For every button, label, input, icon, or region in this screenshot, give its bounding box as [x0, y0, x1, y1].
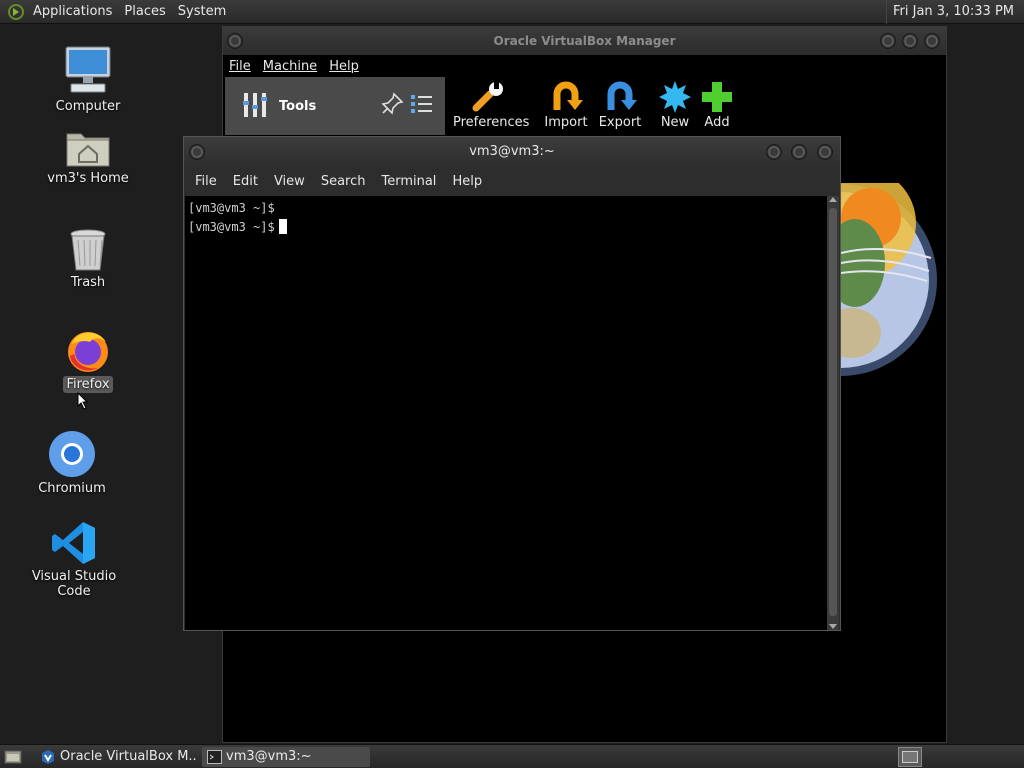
tools-label: Tools	[279, 98, 317, 114]
new-button[interactable]: New	[655, 79, 695, 130]
terminal-menu-edit[interactable]: Edit	[225, 174, 266, 189]
minimize-icon[interactable]	[766, 144, 782, 160]
scrollbar-thumb[interactable]	[829, 208, 837, 616]
vbox-menubar: File Machine Help	[223, 55, 946, 77]
system-menu[interactable]: System	[172, 4, 232, 19]
clock[interactable]: Fri Jan 3, 10:33 PM	[886, 0, 1024, 24]
desktop-icon-label: vm3's Home	[47, 171, 129, 186]
top-menu: Applications Places System	[27, 0, 232, 24]
workspace-switcher[interactable]	[898, 747, 922, 767]
plus-icon	[697, 79, 737, 115]
show-desktop-icon[interactable]	[4, 749, 22, 765]
desktop-icon-label: Computer	[55, 99, 121, 114]
terminal-titlebar[interactable]: vm3@vm3:~	[184, 137, 840, 167]
terminal-screen[interactable]: [vm3@vm3 ~]$ [vm3@vm3 ~]$	[185, 196, 827, 630]
places-menu[interactable]: Places	[118, 4, 171, 19]
new-starburst-icon	[655, 79, 695, 115]
terminal-line: [vm3@vm3 ~]$	[188, 199, 824, 218]
task-virtualbox[interactable]: Oracle VirtualBox M...	[36, 747, 198, 767]
terminal-menu-help[interactable]: Help	[444, 174, 490, 189]
close-icon[interactable]	[817, 144, 833, 160]
maximize-icon[interactable]	[902, 33, 918, 49]
terminal-menubar: File Edit View Search Terminal Help	[184, 167, 840, 195]
workspace-1[interactable]	[902, 751, 918, 763]
vbox-menu-machine[interactable]: Machine	[257, 59, 323, 74]
desktop-icon-trash[interactable]: Trash	[33, 228, 143, 291]
import-icon	[541, 79, 591, 115]
import-button[interactable]: Import	[541, 79, 591, 130]
vbox-titlebar[interactable]: Oracle VirtualBox Manager	[223, 27, 946, 55]
import-label: Import	[544, 115, 588, 130]
vbox-menu-help[interactable]: Help	[323, 59, 365, 74]
terminal-menu-search[interactable]: Search	[313, 174, 374, 189]
prompt-text: [vm3@vm3 ~]$	[188, 220, 275, 234]
vbox-menu-file[interactable]: File	[223, 59, 257, 74]
task-label: vm3@vm3:~	[226, 749, 312, 764]
desktop-icon-firefox[interactable]: Firefox	[33, 326, 143, 393]
pin-icon[interactable]	[380, 92, 404, 120]
desktop-icon-chromium[interactable]: Chromium	[17, 430, 127, 497]
vscode-icon	[51, 520, 97, 566]
preferences-label: Preferences	[453, 115, 530, 130]
preferences-button[interactable]: Preferences	[453, 79, 530, 130]
trash-icon	[68, 228, 108, 272]
scroll-up-icon[interactable]	[829, 197, 837, 202]
text-cursor	[278, 219, 287, 234]
chromium-icon	[48, 430, 96, 478]
mouse-pointer-icon	[77, 391, 89, 414]
desktop-icon-computer[interactable]: Computer	[33, 44, 143, 115]
terminal-window: vm3@vm3:~ File Edit View Search Terminal…	[183, 136, 841, 631]
welcome-illustration	[841, 183, 937, 381]
close-icon[interactable]	[924, 33, 940, 49]
desktop-icon-vscode[interactable]: Visual Studio Code	[19, 520, 129, 600]
task-label: Oracle VirtualBox M...	[60, 749, 198, 764]
tools-pane[interactable]: Tools	[225, 77, 445, 135]
add-button[interactable]: Add	[697, 79, 737, 130]
terminal-scrollbar[interactable]	[827, 196, 839, 630]
task-terminal[interactable]: vm3@vm3:~	[202, 747, 370, 767]
minimize-icon[interactable]	[880, 33, 896, 49]
add-label: Add	[704, 115, 730, 130]
terminal-title: vm3@vm3:~	[469, 144, 555, 159]
distro-logo-icon[interactable]	[8, 3, 24, 20]
window-menu-icon[interactable]	[227, 33, 243, 49]
maximize-icon[interactable]	[791, 144, 807, 160]
terminal-menu-view[interactable]: View	[266, 174, 313, 189]
applications-menu[interactable]: Applications	[27, 4, 118, 19]
desktop-icon-label: Chromium	[38, 481, 106, 496]
terminal-menu-terminal[interactable]: Terminal	[373, 174, 444, 189]
vbox-toolbar: Tools Preferences Import Export New Add	[223, 77, 946, 135]
home-folder-icon	[65, 128, 111, 168]
window-menu-icon[interactable]	[189, 144, 205, 160]
list-menu-icon[interactable]	[410, 92, 434, 120]
terminal-line: [vm3@vm3 ~]$	[188, 218, 824, 237]
new-label: New	[660, 115, 690, 130]
scroll-down-icon[interactable]	[829, 624, 837, 629]
desktop-icon-label: Visual Studio Code	[31, 569, 117, 599]
export-button[interactable]: Export	[596, 79, 644, 130]
vbox-title: Oracle VirtualBox Manager	[493, 34, 676, 48]
wrench-icon	[453, 79, 525, 115]
tools-icon	[241, 89, 271, 123]
terminal-menu-file[interactable]: File	[187, 174, 225, 189]
desktop-icon-label: Firefox	[63, 376, 113, 393]
top-panel: Applications Places System Fri Jan 3, 10…	[0, 0, 1024, 24]
computer-icon	[63, 44, 113, 96]
prompt-text: [vm3@vm3 ~]$	[188, 201, 275, 215]
bottom-taskbar: Oracle VirtualBox M... vm3@vm3:~	[0, 744, 1024, 768]
desktop-icon-home[interactable]: vm3's Home	[33, 128, 143, 187]
virtualbox-icon	[40, 749, 56, 767]
export-label: Export	[598, 115, 642, 130]
export-icon	[596, 79, 644, 115]
firefox-icon	[64, 326, 112, 374]
desktop-icon-label: Trash	[70, 275, 106, 290]
terminal-icon	[207, 750, 222, 767]
